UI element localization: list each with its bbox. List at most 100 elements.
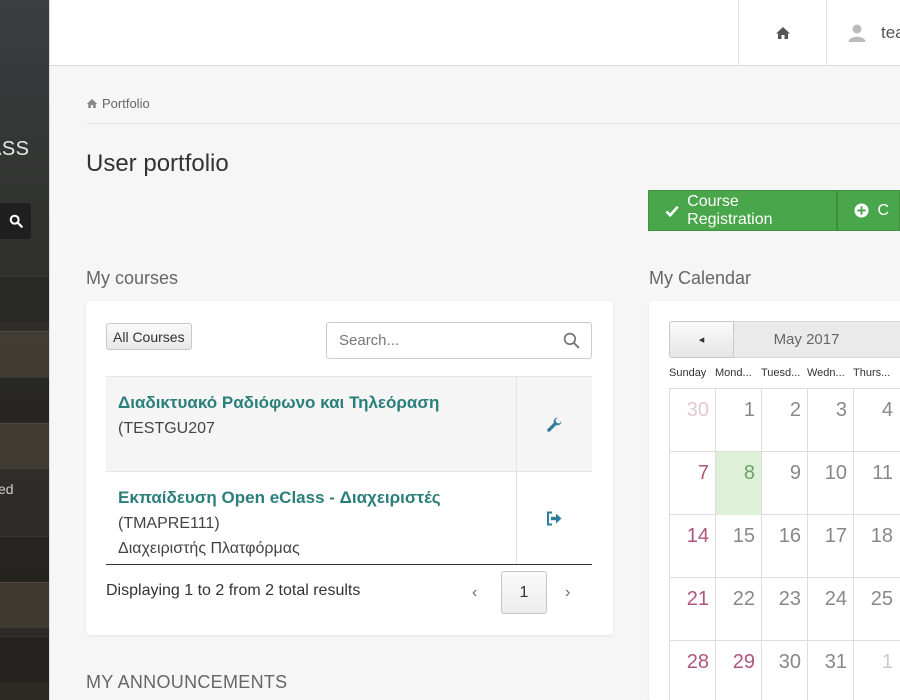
calendar-day[interactable]: 23 — [761, 578, 807, 641]
calendar-day[interactable]: 30 — [761, 641, 807, 700]
calendar-day[interactable]: 14 — [669, 515, 715, 578]
table-row: Εκπαίδευση Open eClass - Διαχειριστές (T… — [106, 471, 592, 565]
search-icon — [9, 214, 23, 228]
sidebar-item[interactable] — [0, 331, 49, 377]
breadcrumb-label: Portfolio — [102, 96, 150, 111]
main-content: tea Portfolio User portfolio Course Regi… — [49, 0, 900, 700]
weekday-label: Thurs... — [853, 367, 891, 379]
my-announcements-heading: MY ANNOUNCEMENTS — [86, 672, 288, 692]
unregister-course-button[interactable] — [517, 472, 592, 564]
course-search-input[interactable] — [339, 332, 549, 349]
weekday-label: Mond... — [715, 367, 752, 379]
sidebar-item-label[interactable]: ed — [0, 481, 14, 497]
calendar-day[interactable]: 21 — [669, 578, 715, 641]
pagination-next[interactable]: › — [565, 584, 570, 602]
weekday-label: Sunday — [669, 367, 707, 379]
calendar-day[interactable]: 31 — [807, 641, 853, 700]
wrench-icon — [547, 417, 562, 432]
calendar-day[interactable]: 2 — [761, 389, 807, 452]
course-cell: Εκπαίδευση Open eClass - Διαχειριστές (T… — [106, 472, 517, 564]
calendar-week: 28 29 30 31 1 — [669, 640, 900, 700]
calendar-week: 21 22 23 24 25 — [669, 577, 900, 641]
courses-table: Διαδικτυακό Ραδιόφωνο και Τηλεόραση (TES… — [106, 376, 592, 565]
sidebar-item[interactable] — [0, 536, 49, 582]
calendar-day[interactable]: 18 — [853, 515, 899, 578]
sidebar-item[interactable] — [0, 582, 49, 628]
course-registration-label: Course Registration — [687, 192, 773, 228]
calendar-grid: 30 1 2 3 4 7 8 9 10 11 14 15 16 17 18 21… — [669, 388, 900, 700]
calendar-week: 14 15 16 17 18 — [669, 514, 900, 578]
course-cell: Διαδικτυακό Ραδιόφωνο και Τηλεόραση (TES… — [106, 377, 517, 471]
calendar-day[interactable]: 16 — [761, 515, 807, 578]
calendar-day[interactable]: 4 — [853, 389, 899, 452]
action-buttons: Course Registration C — [648, 190, 900, 231]
sidebar-logo[interactable]: ASS — [0, 138, 49, 161]
top-navbar: tea — [50, 0, 900, 66]
calendar-day-today[interactable]: 8 — [715, 452, 761, 515]
course-code: (TESTGU207 — [118, 420, 215, 437]
calendar-day[interactable]: 30 — [669, 389, 715, 452]
calendar-month: May 2017 — [734, 321, 900, 358]
breadcrumb: Portfolio — [86, 96, 150, 111]
calendar-weekdays: Sunday Mond... Tuesd... Wedn... Thurs... — [669, 367, 900, 379]
pagination-summary: Displaying 1 to 2 from 2 total results — [106, 582, 361, 599]
table-row: Διαδικτυακό Ραδιόφωνο και Τηλεόραση (TES… — [106, 376, 592, 471]
pagination-page[interactable]: 1 — [501, 571, 547, 614]
course-link[interactable]: Διαδικτυακό Ραδιόφωνο και Τηλεόραση — [118, 393, 439, 412]
create-course-label: C — [877, 201, 889, 219]
my-calendar-heading: My Calendar — [649, 268, 752, 288]
sidebar-item[interactable] — [0, 276, 49, 322]
sidebar-item[interactable] — [0, 423, 49, 469]
calendar-day[interactable]: 1 — [715, 389, 761, 452]
caret-left-icon: ◂ — [698, 334, 705, 346]
weekday-label: Wedn... — [807, 367, 845, 379]
calendar-day[interactable]: 15 — [715, 515, 761, 578]
sidebar-item[interactable] — [0, 377, 49, 423]
calendar-header: ◂ May 2017 — [669, 321, 900, 358]
create-course-button[interactable]: C — [837, 190, 900, 231]
calendar-day[interactable]: 1 — [853, 641, 899, 700]
calendar-day[interactable]: 22 — [715, 578, 761, 641]
home-icon[interactable] — [86, 98, 98, 109]
check-icon — [665, 205, 679, 217]
user-name: tea — [881, 23, 900, 42]
weekday-label: Tuesd... — [761, 367, 801, 379]
calendar-prev-button[interactable]: ◂ — [669, 321, 734, 358]
course-professor: Διαχειριστής Πλατφόρμας — [118, 540, 300, 557]
all-courses-button[interactable]: All Courses — [106, 323, 192, 350]
user-icon — [848, 24, 866, 42]
calendar-day[interactable]: 25 — [853, 578, 899, 641]
calendar-day[interactable]: 9 — [761, 452, 807, 515]
calendar-day[interactable]: 7 — [669, 452, 715, 515]
course-code: (TMAPRE111) — [118, 515, 220, 532]
calendar-day[interactable]: 29 — [715, 641, 761, 700]
courses-panel: All Courses Διαδικτυακό Ραδιόφωνο και Τη… — [86, 301, 613, 635]
calendar-day[interactable]: 10 — [807, 452, 853, 515]
home-icon — [775, 27, 790, 39]
course-link[interactable]: Εκπαίδευση Open eClass - Διαχειριστές — [118, 488, 441, 507]
calendar-day[interactable]: 11 — [853, 452, 899, 515]
calendar-panel: ◂ May 2017 Sunday Mond... Tuesd... Wedn.… — [649, 301, 900, 700]
sign-out-icon — [547, 511, 562, 525]
plus-circle-icon — [854, 203, 869, 218]
calendar-day[interactable]: 24 — [807, 578, 853, 641]
home-button[interactable] — [738, 0, 826, 66]
sidebar: ASS ed — [0, 0, 49, 700]
courses-search — [326, 322, 592, 359]
calendar-day[interactable]: 17 — [807, 515, 853, 578]
logo-text: ASS — [0, 138, 30, 160]
divider — [86, 123, 900, 124]
course-registration-button[interactable]: Course Registration — [648, 190, 838, 231]
sidebar-item[interactable] — [0, 636, 49, 682]
calendar-week: 7 8 9 10 11 — [669, 451, 900, 515]
calendar-week: 30 1 2 3 4 — [669, 388, 900, 452]
my-courses-heading: My courses — [86, 268, 179, 288]
pagination-prev[interactable]: ‹ — [472, 584, 477, 602]
course-settings-button[interactable] — [517, 377, 592, 471]
search-icon[interactable] — [563, 332, 580, 354]
calendar-day[interactable]: 3 — [807, 389, 853, 452]
user-menu[interactable]: tea — [826, 0, 900, 66]
page-title: User portfolio — [86, 150, 229, 177]
calendar-day[interactable]: 28 — [669, 641, 715, 700]
sidebar-search-button[interactable] — [0, 203, 31, 239]
